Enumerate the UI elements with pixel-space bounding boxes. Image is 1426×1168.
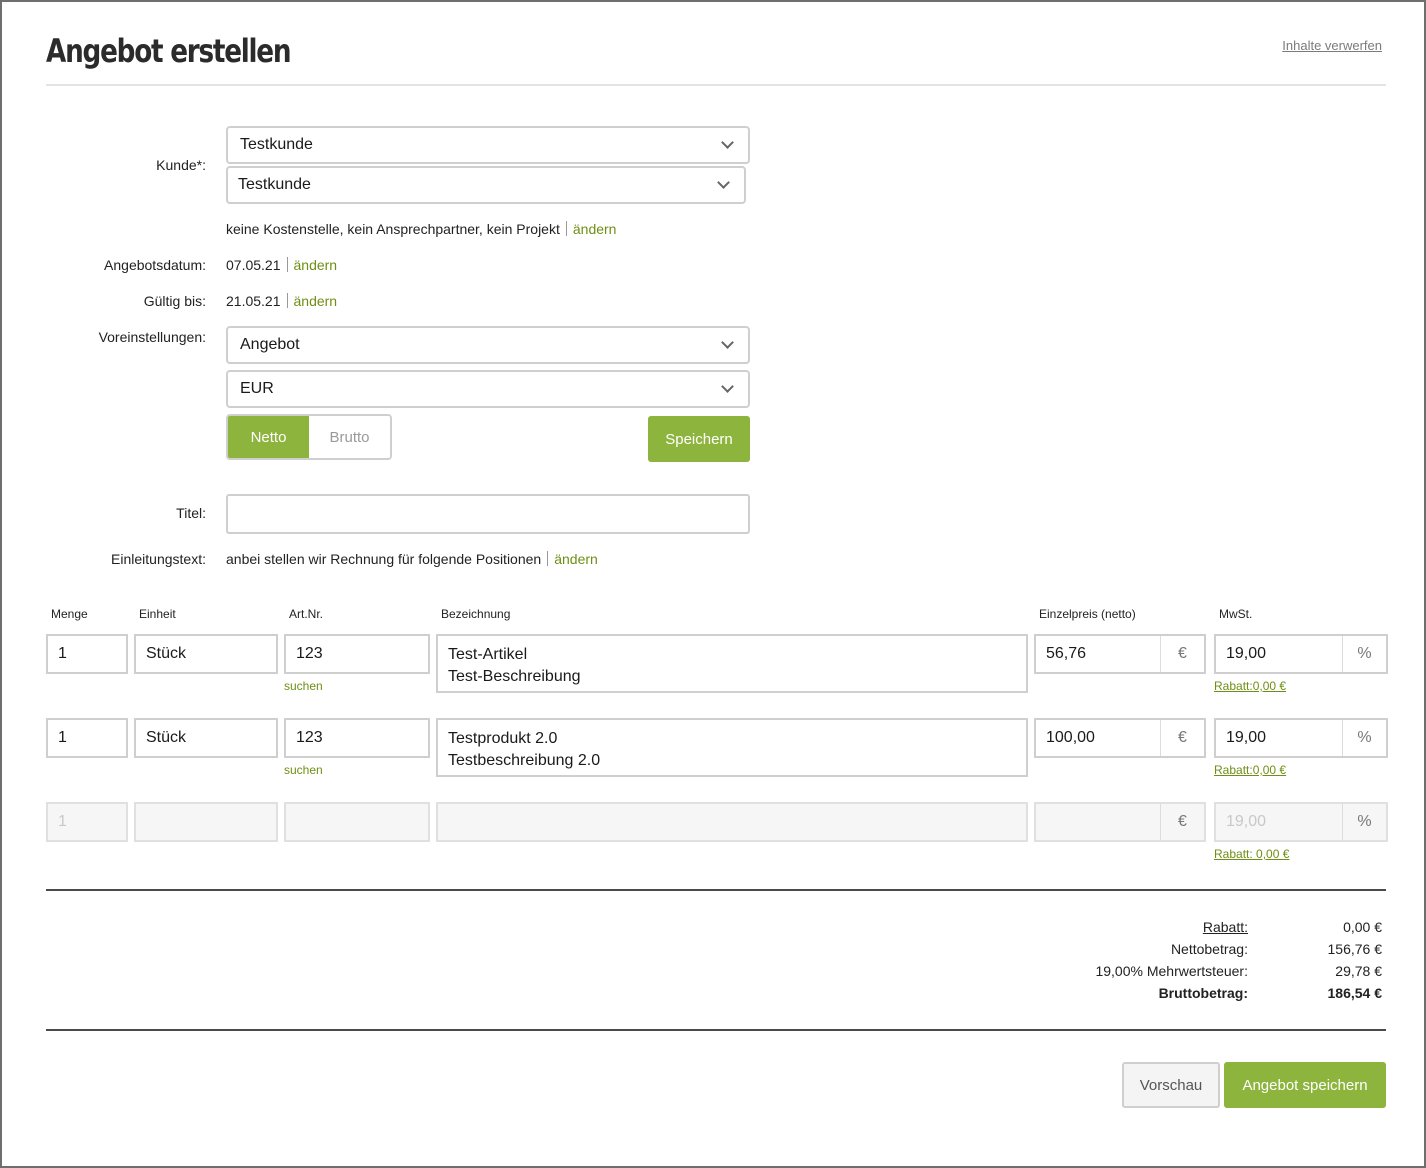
totals-divider xyxy=(46,1029,1386,1031)
row1-search-link[interactable]: suchen xyxy=(284,679,323,693)
totals-discount-link[interactable]: Rabatt: xyxy=(1203,919,1248,935)
row2-discount-link[interactable]: Rabatt:0,00 € xyxy=(1214,763,1286,777)
customer-details-text: keine Kostenstelle, kein Ansprechpartner… xyxy=(226,221,560,237)
totals-net-label: Nettobetrag: xyxy=(1170,941,1248,957)
euro-icon: € xyxy=(1160,804,1204,840)
row1-vat-value: 19,00 xyxy=(1226,645,1267,662)
new-row-discount-link[interactable]: Rabatt: 0,00 € xyxy=(1214,847,1289,861)
offer-date: 07.05.21 ändern xyxy=(226,257,337,273)
valid-until-value: 21.05.21 xyxy=(226,293,281,309)
row1-vat-input[interactable]: 19,00 % xyxy=(1214,634,1388,674)
row2-item-name: Testprodukt 2.0 xyxy=(448,730,558,747)
offer-date-value: 07.05.21 xyxy=(226,257,281,273)
column-header-desc: Bezeichnung xyxy=(441,607,511,621)
netto-brutto-toggle: Netto Brutto xyxy=(226,414,392,460)
separator xyxy=(286,257,288,272)
offer-date-change-link[interactable]: ändern xyxy=(294,257,338,273)
chevron-down-icon xyxy=(721,380,734,393)
intro-change-link[interactable]: ändern xyxy=(554,551,598,567)
chevron-down-icon xyxy=(721,136,734,149)
row2-item-description: Testbeschreibung 2.0 xyxy=(448,752,601,769)
row1-item-name: Test-Artikel xyxy=(448,646,528,663)
totals-gross-value: 186,54 € xyxy=(1327,985,1383,1001)
page-title: Angebot erstellen xyxy=(46,32,292,70)
row2-unit-input[interactable]: Stück xyxy=(134,718,278,758)
row1-artnr-input[interactable]: 123 xyxy=(284,634,430,674)
customer-details: keine Kostenstelle, kein Ansprechpartner… xyxy=(226,221,616,237)
customer-select-value: Testkunde xyxy=(240,136,313,153)
column-header-price: Einzelpreis (netto) xyxy=(1039,607,1136,621)
totals-discount-value: 0,00 € xyxy=(1343,919,1382,935)
customer-contact-select-value: Testkunde xyxy=(238,176,311,193)
row1-price-input[interactable]: 56,76 € xyxy=(1034,634,1206,674)
brutto-toggle-option[interactable]: Brutto xyxy=(309,416,390,458)
offer-date-label: Angebotsdatum: xyxy=(104,257,206,273)
valid-until-change-link[interactable]: ändern xyxy=(294,293,338,309)
new-row-vat-input[interactable]: 19,00 % xyxy=(1214,802,1388,842)
new-row-artnr-input[interactable] xyxy=(284,802,430,842)
percent-icon: % xyxy=(1342,636,1386,672)
separator xyxy=(565,221,567,236)
currency-select-value: EUR xyxy=(240,380,274,397)
customer-contact-select[interactable]: Testkunde xyxy=(226,166,746,204)
presets-label: Voreinstellungen: xyxy=(98,329,206,345)
new-row-qty-input[interactable]: 1 xyxy=(46,802,128,842)
netto-toggle-option[interactable]: Netto xyxy=(228,416,309,458)
title-input[interactable] xyxy=(226,494,750,534)
window-frame: Angebot erstellen Inhalte verwerfen Kund… xyxy=(0,0,1426,1168)
row2-qty-input[interactable]: 1 xyxy=(46,718,128,758)
chevron-down-icon xyxy=(717,176,730,189)
row1-discount-link[interactable]: Rabatt:0,00 € xyxy=(1214,679,1286,693)
template-select[interactable]: Angebot xyxy=(226,326,750,364)
table-divider xyxy=(46,889,1386,891)
row2-price-input[interactable]: 100,00 € xyxy=(1034,718,1206,758)
row1-qty-input[interactable]: 1 xyxy=(46,634,128,674)
customer-label: Kunde*: xyxy=(156,157,206,173)
valid-until: 21.05.21 ändern xyxy=(226,293,337,309)
totals-vat-label: 19,00% Mehrwertsteuer: xyxy=(1095,963,1248,979)
totals-net-value: 156,76 € xyxy=(1327,941,1383,957)
save-presets-button[interactable]: Speichern xyxy=(648,416,750,462)
separator xyxy=(547,551,549,566)
save-offer-button[interactable]: Angebot speichern xyxy=(1224,1062,1386,1108)
row2-vat-value: 19,00 xyxy=(1226,729,1267,746)
row1-unit-input[interactable]: Stück xyxy=(134,634,278,674)
column-header-vat: MwSt. xyxy=(1219,607,1253,621)
row2-artnr-input[interactable]: 123 xyxy=(284,718,430,758)
column-header-qty: Menge xyxy=(51,607,88,621)
new-row-description-input[interactable] xyxy=(436,802,1028,842)
column-header-artnr: Art.Nr. xyxy=(289,607,324,621)
row2-description-input[interactable]: Testprodukt 2.0 Testbeschreibung 2.0 xyxy=(436,718,1028,777)
totals-gross-label: Bruttobetrag: xyxy=(1158,985,1248,1001)
intro-label: Einleitungstext: xyxy=(111,551,206,567)
euro-icon: € xyxy=(1160,636,1204,672)
chevron-down-icon xyxy=(721,336,734,349)
currency-select[interactable]: EUR xyxy=(226,370,750,408)
totals-vat-value: 29,78 € xyxy=(1335,963,1382,979)
row1-item-description: Test-Beschreibung xyxy=(448,668,581,685)
customer-change-link[interactable]: ändern xyxy=(573,221,617,237)
new-row-price-input[interactable]: € xyxy=(1034,802,1206,842)
euro-icon: € xyxy=(1160,720,1204,756)
percent-icon: % xyxy=(1342,804,1386,840)
intro-text: anbei stellen wir Rechnung für folgende … xyxy=(226,551,598,567)
valid-until-label: Gültig bis: xyxy=(143,293,206,309)
new-row-unit-input[interactable] xyxy=(134,802,278,842)
template-select-value: Angebot xyxy=(240,336,300,353)
separator xyxy=(286,293,288,308)
customer-select[interactable]: Testkunde xyxy=(226,126,750,164)
header-divider xyxy=(46,84,1386,86)
new-row-vat-placeholder: 19,00 xyxy=(1226,813,1267,830)
row2-price-value: 100,00 xyxy=(1046,729,1095,746)
discard-link[interactable]: Inhalte verwerfen xyxy=(1282,38,1382,53)
column-header-unit: Einheit xyxy=(139,607,176,621)
row1-price-value: 56,76 xyxy=(1046,645,1087,662)
preview-button[interactable]: Vorschau xyxy=(1122,1062,1220,1108)
row2-vat-input[interactable]: 19,00 % xyxy=(1214,718,1388,758)
percent-icon: % xyxy=(1342,720,1386,756)
intro-text-value: anbei stellen wir Rechnung für folgende … xyxy=(226,551,542,567)
row2-search-link[interactable]: suchen xyxy=(284,763,323,777)
row1-description-input[interactable]: Test-Artikel Test-Beschreibung xyxy=(436,634,1028,693)
title-label: Titel: xyxy=(176,505,206,521)
